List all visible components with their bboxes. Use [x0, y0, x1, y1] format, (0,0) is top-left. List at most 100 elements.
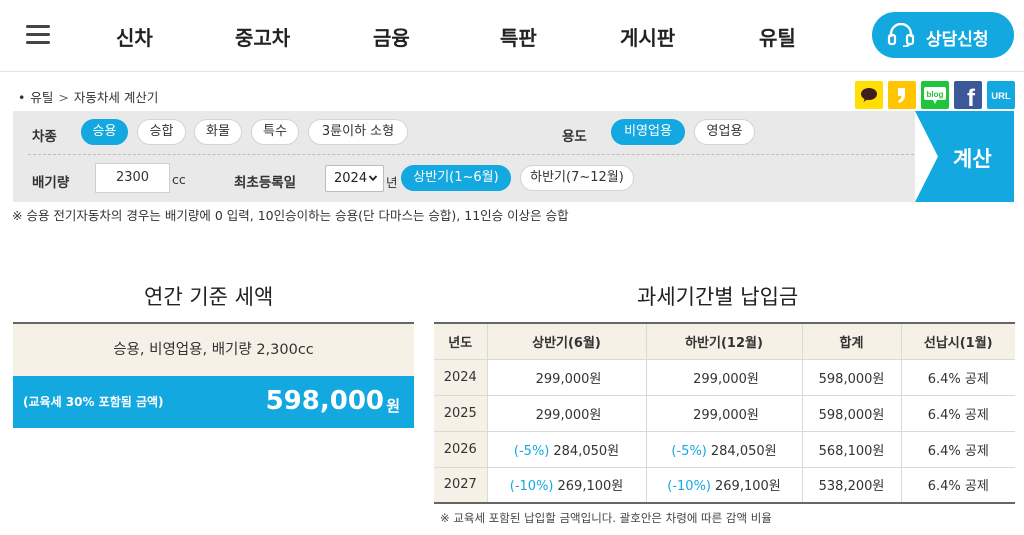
cell-prepay: 6.4% 공제 — [900, 466, 1015, 504]
amount: 299,000원 — [535, 407, 602, 423]
annual-amount-unit: 원 — [386, 397, 400, 415]
annual-tax-title: 연간 기준 세액 — [144, 285, 274, 309]
table-footnote: ※ 교육세 포함된 납입할 금액입니다. 괄호안은 차령에 따른 감액 비율 — [440, 511, 772, 525]
year-unit: 년 — [386, 175, 398, 190]
second-half-option[interactable]: 하반기(7~12월) — [520, 165, 634, 191]
consult-request-button[interactable]: 상담신청 — [872, 12, 1014, 58]
url-copy-button[interactable]: URL — [987, 81, 1015, 109]
cell-year: 2027 — [434, 466, 488, 504]
discount-rate: (-10%) — [509, 479, 554, 495]
vehicle-type-special[interactable]: 특수 — [251, 119, 299, 145]
cell-total: 598,000원 — [801, 358, 902, 396]
discount-rate: (-5%) — [513, 443, 550, 459]
cell-total: 538,200원 — [801, 466, 902, 504]
cell-first-half: 299,000원 — [486, 358, 647, 396]
amount: 284,050원 — [710, 443, 777, 459]
cell-second-half: (-5%) 284,050원 — [645, 430, 803, 468]
discount-rate: (-10%) — [667, 479, 711, 495]
header-prepay: 선납시(1월) — [900, 323, 1015, 360]
nav-item-special-sale[interactable]: 특판 — [500, 22, 537, 51]
nav-item-used-car[interactable]: 중고차 — [235, 22, 290, 51]
breadcrumb: • 유틸 > 자동차세 계산기 — [18, 87, 158, 106]
header-second-half: 하반기(12월) — [645, 323, 803, 360]
table-row: 2027 (-10%) 269,100원 (-10%) 269,100원 538,2… — [434, 466, 1015, 504]
table-header-row: 년도 상반기(6월) 하반기(12월) 합계 선납시(1월) — [434, 323, 1015, 360]
amount: 269,100원 — [557, 479, 624, 495]
vehicle-type-van[interactable]: 승합 — [137, 119, 186, 145]
top-navigation: 신차 중고차 금융 특판 게시판 유틸 상담신청 — [0, 0, 1024, 72]
first-half-option[interactable]: 상반기(1~6월) — [401, 165, 511, 191]
kakaotalk-icon — [861, 88, 877, 102]
cell-year: 2024 — [434, 358, 488, 396]
blog-icon-label: blog — [927, 90, 944, 99]
education-tax-note: (교육세 30% 포함됨 금액) — [23, 395, 164, 409]
calculate-button-label: 계산 — [953, 147, 992, 171]
cell-year: 2025 — [434, 394, 488, 432]
facebook-icon: f — [967, 85, 976, 109]
table-row: 2025 299,000원 299,000원 598,000원 6.4% 공제 — [434, 394, 1015, 432]
calculate-button[interactable]: 계산 — [915, 111, 1014, 202]
kakaotalk-share-button[interactable] — [855, 81, 883, 109]
usage-label: 용도 — [562, 129, 587, 145]
registration-year-select[interactable]: 2024 — [325, 165, 384, 192]
amount: 284,050원 — [553, 443, 620, 459]
nav-item-new-car[interactable]: 신차 — [116, 22, 153, 51]
header-year: 년도 — [434, 323, 488, 360]
hamburger-menu-icon[interactable] — [26, 25, 50, 45]
annual-amount: 598,000 — [265, 386, 384, 416]
usage-non-commercial[interactable]: 비영업용 — [611, 119, 685, 145]
facebook-share-button[interactable]: f — [954, 81, 982, 109]
breadcrumb-separator: > — [58, 90, 69, 105]
amount: 299,000원 — [693, 371, 759, 387]
cell-total: 568,100원 — [801, 430, 902, 468]
displacement-label: 배기량 — [32, 175, 70, 191]
cell-prepay: 6.4% 공제 — [900, 358, 1015, 396]
chevron-down-icon — [368, 175, 378, 182]
cell-total: 598,000원 — [801, 394, 902, 432]
periodic-payment-title: 과세기간별 납입금 — [637, 285, 799, 309]
annual-amount-bar: (교육세 30% 포함됨 금액) 598,000 원 — [13, 376, 414, 428]
table-row: 2026 (-5%) 284,050원 (-5%) 284,050원 568,100… — [434, 430, 1015, 468]
cell-first-half: 299,000원 — [486, 394, 647, 432]
cell-second-half: (-10%) 269,100원 — [645, 466, 803, 504]
url-icon-label: URL — [991, 91, 1011, 102]
displacement-input[interactable]: 2300 — [95, 163, 170, 193]
nav-item-utility[interactable]: 유틸 — [759, 22, 796, 51]
consult-button-label: 상담신청 — [926, 30, 989, 50]
blog-icon: blog — [924, 87, 946, 104]
kakaostory-icon — [898, 88, 905, 103]
cell-first-half: (-10%) 269,100원 — [486, 466, 647, 504]
cell-first-half: (-5%) 284,050원 — [486, 430, 647, 468]
form-row-divider — [28, 154, 914, 155]
amount: 299,000원 — [693, 407, 759, 423]
usage-commercial[interactable]: 영업용 — [694, 119, 755, 145]
registration-year-value: 2024 — [334, 171, 368, 186]
amount: 269,100원 — [715, 479, 781, 495]
blog-share-button[interactable]: blog — [921, 81, 949, 109]
nav-item-board[interactable]: 게시판 — [620, 22, 675, 51]
header-first-half: 상반기(6월) — [486, 323, 647, 360]
breadcrumb-current: 자동차세 계산기 — [73, 90, 159, 105]
amount: 299,000원 — [535, 371, 602, 387]
input-notice: ※ 승용 전기자동차의 경우는 배기량에 0 입력, 10인승이하는 승용(단 … — [12, 208, 569, 223]
cell-prepay: 6.4% 공제 — [900, 430, 1015, 468]
cell-second-half: 299,000원 — [645, 358, 803, 396]
nav-item-finance[interactable]: 금융 — [373, 22, 410, 51]
cell-year: 2026 — [434, 430, 488, 468]
cell-prepay: 6.4% 공제 — [900, 394, 1015, 432]
vehicle-type-passenger[interactable]: 승용 — [81, 119, 128, 145]
headset-icon — [887, 23, 915, 47]
kakaostory-share-button[interactable] — [888, 81, 916, 109]
vehicle-type-small-three-wheel[interactable]: 3륜이하 소형 — [308, 119, 408, 145]
vehicle-type-label: 차종 — [32, 129, 57, 145]
discount-rate: (-5%) — [671, 443, 707, 459]
vehicle-type-truck[interactable]: 화물 — [194, 119, 242, 145]
breadcrumb-bullet: • — [18, 90, 26, 105]
displacement-unit: cc — [172, 172, 186, 187]
facebook-icon-label: f — [967, 85, 976, 109]
annual-tax-box: 승용, 비영업용, 배기량 2,300cc (교육세 30% 포함됨 금액) 5… — [13, 322, 414, 428]
annual-summary: 승용, 비영업용, 배기량 2,300cc — [13, 324, 414, 376]
table-row: 2024 299,000원 299,000원 598,000원 6.4% 공제 — [434, 358, 1015, 396]
url-icon: URL — [991, 91, 1011, 102]
breadcrumb-parent[interactable]: 유틸 — [30, 90, 53, 105]
